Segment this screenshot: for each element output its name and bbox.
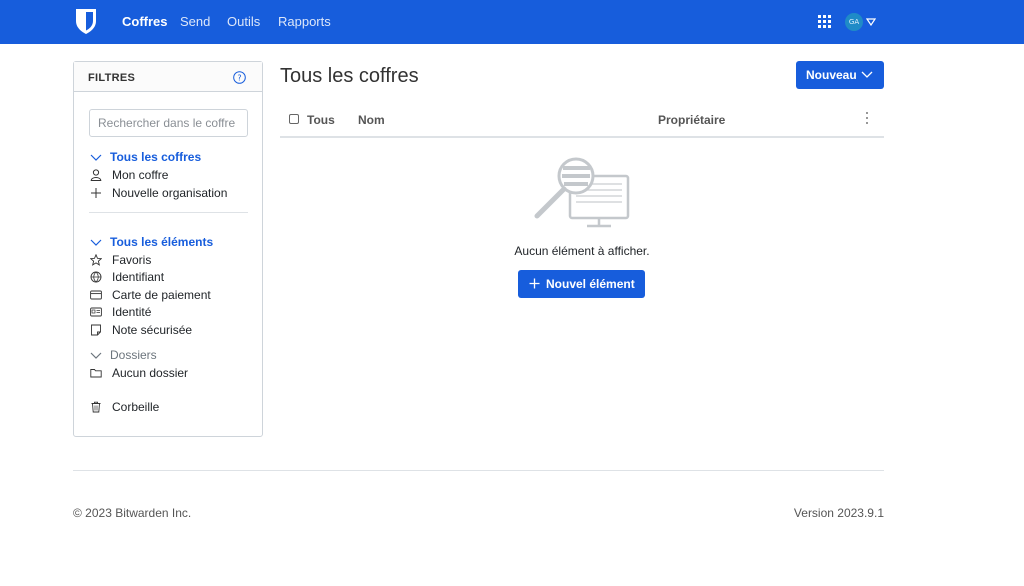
folder-icon	[90, 369, 102, 378]
svg-text:?: ?	[237, 74, 241, 83]
trash-icon	[91, 401, 101, 413]
filters-divider	[89, 212, 248, 213]
help-icon[interactable]: ?	[233, 71, 246, 84]
nav-link-send[interactable]: Send	[180, 14, 210, 29]
chevron-down-icon	[90, 352, 102, 359]
column-all[interactable]: Tous	[307, 113, 335, 127]
nav-link-tools[interactable]: Outils	[227, 14, 260, 29]
top-navbar: Coffres Send Outils Rapports GA	[0, 0, 1024, 44]
filter-all-items-label: Tous les éléments	[110, 235, 214, 249]
filter-secure-note-label: Note sécurisée	[112, 323, 193, 337]
star-icon	[90, 254, 102, 266]
filter-login-label: Identifiant	[112, 270, 165, 284]
id-card-icon	[90, 307, 102, 317]
filter-all-vaults-label: Tous les coffres	[110, 150, 202, 164]
account-avatar[interactable]: GA	[845, 13, 863, 31]
product-switcher-icon[interactable]	[818, 15, 831, 28]
filters-panel: FILTRES ? Tous les coffres Mon coffre No…	[73, 61, 263, 437]
plus-icon	[91, 188, 101, 198]
column-owner: Propriétaire	[658, 113, 726, 127]
filter-card-label: Carte de paiement	[112, 288, 211, 302]
plus-icon	[529, 278, 540, 289]
version-text: Version 2023.9.1	[793, 506, 884, 520]
filters-title: FILTRES	[88, 72, 136, 84]
chevron-down-icon	[90, 239, 102, 246]
caret-down-icon[interactable]	[866, 18, 876, 26]
sticky-note-icon	[91, 324, 101, 336]
new-dropdown-button[interactable]: Nouveau	[796, 61, 884, 89]
chevron-down-icon	[861, 71, 873, 78]
page-title: Tous les coffres	[280, 65, 419, 87]
more-options-icon[interactable]	[865, 111, 869, 125]
table-header: Tous Nom Propriétaire	[280, 107, 884, 138]
footer-divider	[73, 470, 884, 471]
filter-favorites-label: Favoris	[112, 253, 152, 267]
filter-my-vault-label: Mon coffre	[112, 168, 169, 182]
new-item-button-label: Nouvel élément	[546, 277, 635, 291]
copyright-text: © 2023 Bitwarden Inc.	[73, 506, 192, 520]
filter-new-organization-label: Nouvelle organisation	[112, 186, 228, 200]
empty-state-message: Aucun élément à afficher.	[514, 244, 650, 258]
new-button-label: Nouveau	[806, 68, 857, 82]
search-vault-input[interactable]	[89, 109, 248, 137]
nav-link-vaults[interactable]: Coffres	[122, 14, 168, 29]
new-item-button[interactable]: Nouvel élément	[518, 270, 645, 298]
select-all-checkbox[interactable]	[289, 114, 299, 124]
column-name: Nom	[358, 113, 385, 127]
chevron-down-icon	[90, 154, 102, 161]
user-icon	[90, 169, 102, 181]
credit-card-icon	[90, 290, 102, 300]
filter-no-folder-label: Aucun dossier	[112, 366, 189, 380]
filter-folders-label: Dossiers	[110, 348, 157, 362]
filter-trash-label: Corbeille	[112, 400, 160, 414]
empty-vault-illustration-icon	[534, 157, 630, 228]
globe-icon	[90, 271, 102, 283]
filter-identity-label: Identité	[112, 305, 152, 319]
nav-link-reports[interactable]: Rapports	[278, 14, 331, 29]
filters-header: FILTRES ?	[74, 62, 262, 92]
bitwarden-shield-icon[interactable]	[74, 8, 98, 35]
